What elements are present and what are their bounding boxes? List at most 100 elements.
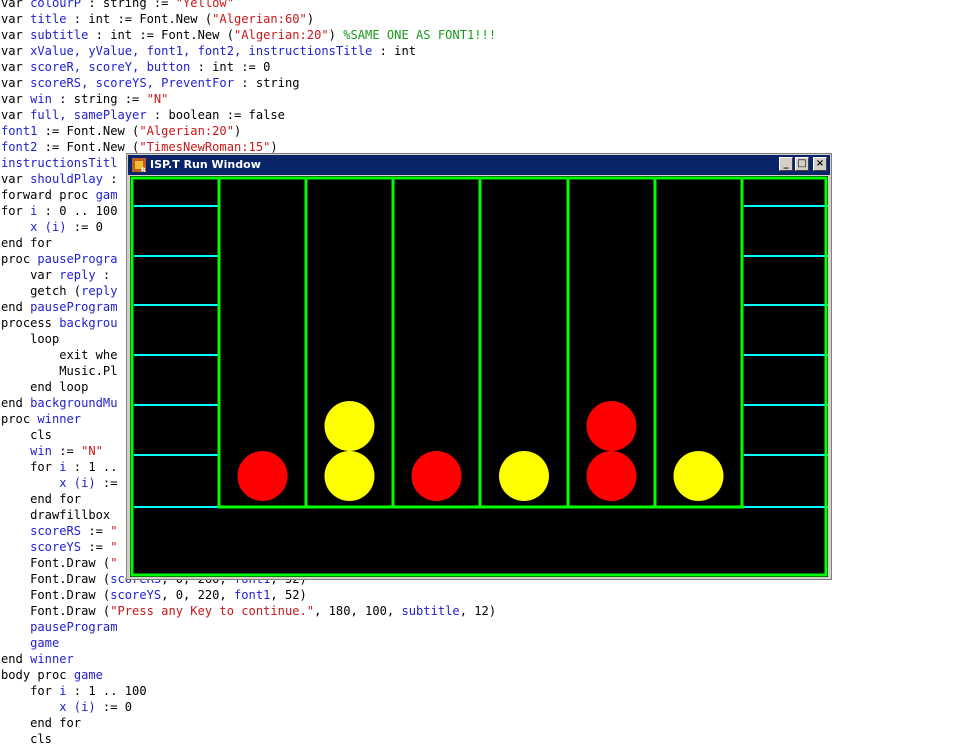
code-token: )	[306, 12, 315, 26]
code-token: "Yellow"	[175, 0, 234, 10]
code-line: var win : string := "N"	[1, 91, 496, 107]
code-token: var	[1, 108, 31, 122]
code-token: title	[30, 12, 67, 26]
code-token: Font.Draw (	[1, 588, 111, 602]
code-token: scoreYS	[110, 588, 162, 602]
red-piece	[237, 451, 288, 501]
maximize-button[interactable]: □	[795, 157, 809, 171]
yellow-piece	[499, 451, 549, 501]
svg-text:R: R	[141, 167, 146, 173]
code-token: , 12)	[459, 604, 497, 618]
code-token: reply	[81, 284, 118, 298]
code-token: x (i)	[30, 220, 67, 234]
red-piece	[411, 451, 462, 501]
code-token: var	[1, 28, 31, 42]
code-token: shouldPlay	[30, 172, 103, 186]
code-token: reply	[59, 268, 96, 282]
code-token: "Algerian:20"	[139, 124, 234, 138]
code-token: :=	[81, 524, 111, 538]
code-line: cls	[1, 731, 496, 747]
code-token: end loop	[1, 380, 89, 394]
code-token: : 1 .. 100	[66, 684, 147, 698]
code-token: i	[59, 684, 67, 698]
code-token: scoreRS	[30, 524, 82, 538]
code-token: end	[1, 396, 31, 410]
code-token: var	[1, 172, 31, 186]
yellow-piece	[324, 401, 375, 451]
code-token: var	[1, 268, 60, 282]
code-token: : string :=	[81, 0, 176, 10]
code-token: %SAME ONE AS FONT1!!!	[343, 28, 497, 42]
code-token: i	[59, 460, 67, 474]
code-token: proc	[1, 412, 38, 426]
code-token: font1	[1, 124, 38, 138]
code-token: var	[1, 92, 31, 106]
code-token: winner	[30, 652, 74, 666]
code-token: : int := 0	[190, 60, 271, 74]
connect-four-board	[130, 176, 828, 577]
code-token: cls	[1, 428, 52, 442]
minimize-button[interactable]: _	[779, 157, 793, 171]
close-button[interactable]: ×	[813, 157, 827, 171]
code-token: var	[1, 76, 31, 90]
code-line: var title : int := Font.New ("Algerian:6…	[1, 11, 496, 27]
code-token: : boolean := false	[146, 108, 285, 122]
code-token: )	[328, 28, 344, 42]
code-token: backgroundMu	[30, 396, 118, 410]
code-token: "N"	[146, 92, 169, 106]
run-window[interactable]: R ISP.T Run Window _ □ ×	[126, 153, 832, 580]
code-token: pauseProgra	[37, 252, 118, 266]
code-token: Music.Pl	[1, 364, 118, 378]
code-token: var	[1, 12, 31, 26]
code-token: forward proc	[1, 188, 96, 202]
code-line: var scoreRS, scoreYS, PreventFor : strin…	[1, 75, 496, 91]
code-token: for	[1, 204, 31, 218]
code-token: )	[234, 124, 242, 138]
code-token: gam	[95, 188, 118, 202]
code-line: pauseProgram	[1, 619, 496, 635]
minimize-icon: _	[783, 158, 789, 169]
code-token: Font.Draw (	[1, 572, 111, 586]
code-token: "	[110, 540, 118, 554]
code-token: Font.Draw (	[1, 604, 111, 618]
code-line: end winner	[1, 651, 496, 667]
code-token: for	[1, 684, 60, 698]
code-token: : int := Font.New (	[88, 28, 234, 42]
code-token: , 180, 100,	[314, 604, 402, 618]
turing-app-icon: R	[132, 158, 146, 173]
code-token: := Font.New (	[37, 124, 140, 138]
code-token: end	[1, 652, 31, 666]
code-token: win	[30, 92, 52, 106]
code-token: subtitle	[30, 28, 89, 42]
code-token: font1	[234, 588, 271, 602]
code-token: pauseProgram	[30, 300, 118, 314]
code-token: subtitle	[401, 604, 460, 618]
code-line: Font.Draw ("Press any Key to continue.",…	[1, 603, 496, 619]
code-token: scoreR, scoreY, button	[30, 60, 191, 74]
title-bar[interactable]: R ISP.T Run Window _ □ ×	[128, 155, 830, 175]
code-token: : string :=	[51, 92, 147, 106]
red-piece	[586, 401, 637, 451]
code-token: :	[95, 268, 111, 282]
code-token: x (i)	[59, 476, 96, 490]
code-token: "Press any Key to continue."	[110, 604, 315, 618]
code-token: win	[30, 444, 52, 458]
code-token: drawfillbox	[1, 508, 111, 522]
code-token: colourP	[30, 0, 82, 10]
code-token: :=	[51, 444, 82, 458]
code-token: "	[110, 524, 118, 538]
code-token: game	[30, 636, 60, 650]
red-piece	[586, 451, 637, 501]
code-token: "N"	[81, 444, 103, 458]
game-canvas[interactable]	[130, 176, 828, 577]
code-token: :=	[95, 476, 118, 490]
code-token: "Algerian:20"	[234, 28, 329, 42]
code-token: var	[1, 0, 31, 10]
code-token: : int := Font.New (	[66, 12, 213, 26]
code-token: scoreYS	[30, 540, 82, 554]
code-token: getch (	[1, 284, 82, 298]
code-line: body proc game	[1, 667, 496, 683]
